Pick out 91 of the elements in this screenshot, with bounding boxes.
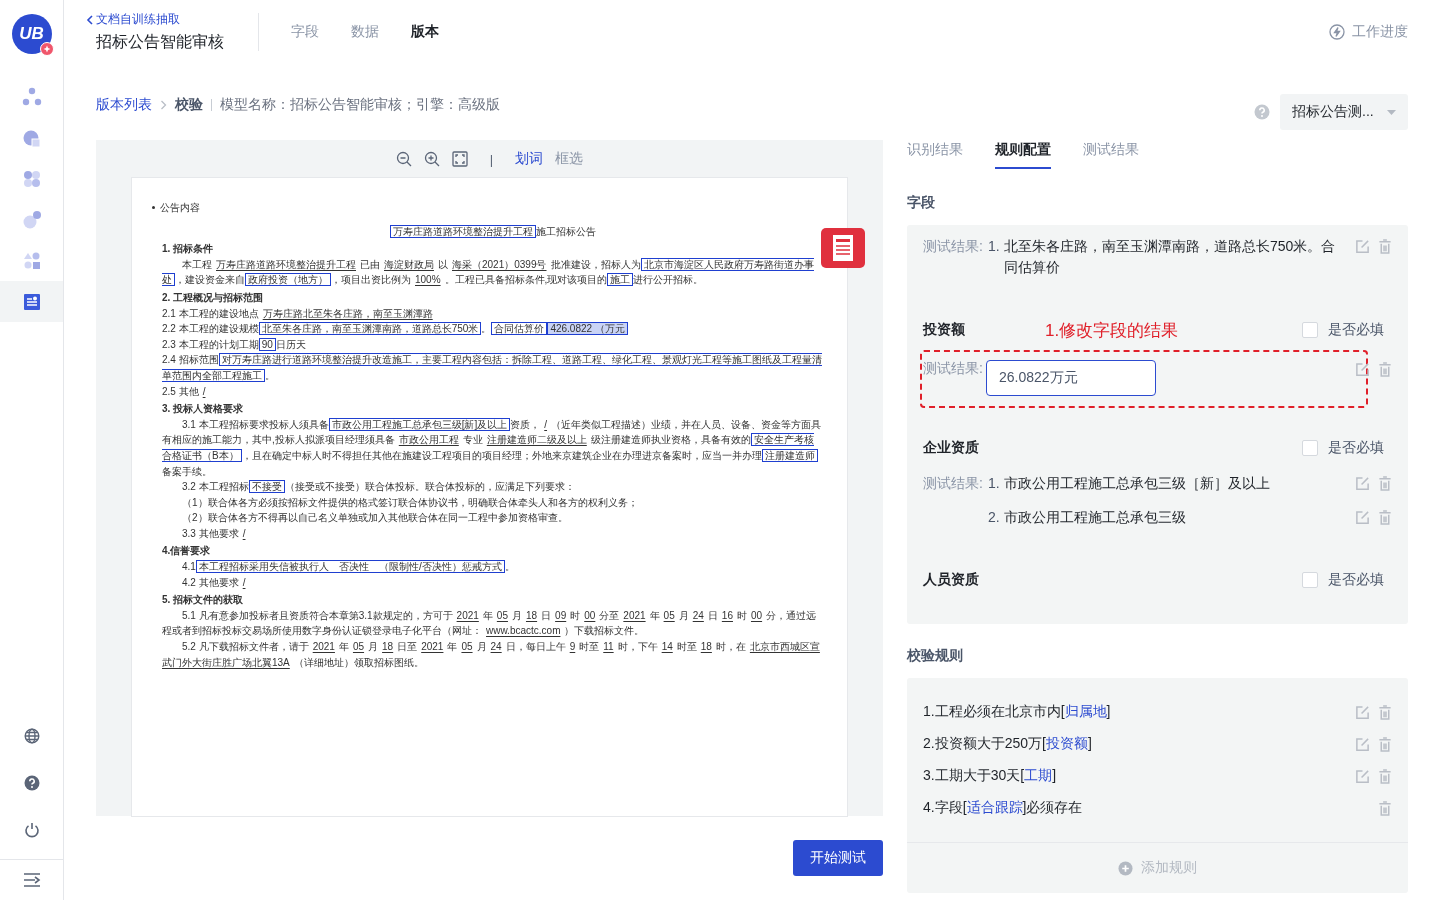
app-icon [21,250,42,271]
required-checkbox[interactable] [1302,322,1318,338]
start-test-button[interactable]: 开始测试 [793,840,883,876]
document-heading: 3. 投标人资格要求 [162,402,245,417]
nav-tab[interactable]: 版本 [411,23,439,41]
zoom-out-icon[interactable] [395,151,412,167]
document-heading: 1. 招标条件 [162,242,215,257]
help-icon[interactable] [23,774,40,791]
app-icon [21,86,42,107]
panel-tab[interactable]: 规则配置 [995,141,1051,169]
field-link[interactable]: 投资额 [1045,735,1088,751]
breadcrumb-link[interactable]: 版本列表 [96,96,152,114]
required-label: 是否必填 [1328,321,1384,339]
section-title: 校验规则 [907,647,964,665]
result-text: 北至朱各庄路，南至玉渊潭南路，道路总长750米。合同估算价 [1004,237,1337,277]
template-dropdown[interactable]: 招标公告测... [1280,94,1408,130]
document-paragraph: 3.1 本工程招标要求投标人须具备 市政公用工程施工总承包三级[新]及以上 资质， / （近年类似工程描述）业绩，并在人员、设备、资金等方面具有相应的施工能力，其中,投标人拟派项目经理须具备 市政公用工程 专业 注册建造师二级及以上 级注册建造师执业资格，具备有效的 安全生产考核合格证书（B本） ，且在确定中标人时不得担任其他在施建设工程项目的项目经理；外地来京建筑企业在办理进京备案时，应当一并办理 注册建造师 备案手续。 [162,416,823,479]
chevron-left-icon [86,14,94,25]
section-label: 公告内容 [152,200,823,216]
delete-icon[interactable] [1378,800,1392,816]
result-index: 2. [988,508,1001,527]
required-label: 是否必填 [1328,571,1384,589]
lightning-icon [1329,24,1345,40]
menu-collapse-icon[interactable] [22,872,41,888]
rule-text: 3.工期大于30天[工期] [923,767,1057,785]
app-icon [21,209,42,230]
document-paragraph: 2.5 其他 / [162,384,207,399]
result-index: 1. [988,474,1001,493]
result-index: 1. [988,237,1001,256]
delete-icon[interactable] [1378,476,1392,491]
fit-screen-icon[interactable] [451,151,468,167]
app-icon [21,168,42,189]
document-title: 万寿庄路道路环境整治提升工程 施工招标公告 [162,223,823,240]
edit-icon[interactable] [1355,362,1370,377]
result-text: 市政公用工程施工总承包三级 [1004,508,1187,527]
delete-icon[interactable] [1378,362,1392,377]
field-name: 企业资质 [923,439,979,457]
required-checkbox[interactable] [1302,572,1318,588]
delete-icon[interactable] [1378,768,1392,784]
document-paragraph: 5.2 凡下载招标文件者，请于 2021 年 05 月 18 日至 2021 年 05 月 24 日，每日上午 9 时至 11 时，下午 14 时至 18 时，在 北京市西城区宣武门外大街庄胜广场北翼13A （详细地址）领取招标图纸。 [162,640,821,670]
document-paragraph: 2.3 本工程的计划工期 90 日历天 [162,336,307,353]
field-name: 投资额 [923,321,965,339]
model-info: 模型名称：招标公告智能审核；引擎：高级版 [220,96,500,114]
rule-text: 1.工程必须在北京市内[归属地] [923,703,1111,721]
document-heading: 4.信誉要求 [162,544,212,559]
field-name: 人员资质 [923,571,979,589]
document-paragraph: 4.2 其他要求 / [181,575,247,590]
result-label: 测试结果: [923,237,984,256]
section-title: 字段 [907,194,936,212]
globe-icon[interactable] [23,727,40,744]
result-text: 市政公用工程施工总承包三级［新］及以上 [1004,474,1271,493]
app-icon [21,291,42,312]
document-paragraph: （2）联合体各方不得再以自己名义单独或加入其他联合体在同一工程中参加资格审查。 [181,511,569,526]
document-paragraph: （1）联合体各方必须按招标文件提供的格式签订联合体协议书，明确联合体牵头人和各方的权利义务； [181,495,639,510]
document-heading: 5. 招标文件的获取 [162,593,245,608]
breadcrumb-current: 校验 [175,96,203,114]
field-link[interactable]: 适合跟踪 [966,799,1023,815]
delete-icon[interactable] [1378,239,1392,254]
delete-icon[interactable] [1378,510,1392,525]
required-label: 是否必填 [1328,439,1384,457]
rule-text: 2.投资额大于250万[投资额] [923,735,1092,753]
field-link[interactable]: 归属地 [1064,703,1107,719]
power-icon[interactable] [23,821,40,838]
document-paragraph: 2.2 本工程的建设规模 北至朱各庄路，南至玉渊潭南路，道路总长750米 。 合同估算价 426.0822 （万元 [162,321,823,337]
back-link[interactable]: 文档自训练抽取 [86,11,224,28]
result-label: 测试结果: [923,360,984,378]
document-paragraph: 2.1 本工程的建设地点 万寿庄路北至朱各庄路，南至玉渊潭路 [162,306,434,321]
app-logo: UB [11,14,52,54]
zoom-in-icon[interactable] [423,151,440,167]
nav-item[interactable] [0,281,63,322]
result-label: 测试结果: [923,474,984,493]
plus-circle-icon [1118,860,1133,876]
document-paragraph: 3.3 其他要求 / [181,526,247,541]
document-paragraph: 3.2 本工程招标 不接受 （接受或不接受）联合体投标。联合体投标的，应满足下列要求： [181,479,576,495]
delete-icon[interactable] [1378,704,1392,720]
result-input[interactable]: 26.0822万元 [986,360,1156,396]
mode-tab[interactable]: 划词 [515,150,544,168]
delete-icon[interactable] [1378,736,1392,752]
field-link[interactable]: 工期 [1024,767,1053,783]
toolbar-separator: | [489,151,494,167]
required-checkbox[interactable] [1302,440,1318,456]
page-title: 招标公告智能审核 [96,32,224,52]
document-paragraph: 本工程 万寿庄路道路环境整治提升工程 已由 海淀财政局 以 海采（2021）0399号 批准建设，招标人为 北京市海淀区人民政府万寿路街道办事处 ，建设资金来自 政府投资（地方） ，项目出资比例为 100% 。工程已具备招标条件,现对该项目的 施工 进行公开招标。 [162,256,815,288]
caret-down-icon [1387,109,1396,115]
annotation-text: 1.修改字段的结果 [1045,319,1179,342]
document-paragraph: 5.1 凡有意参加投标者且资质符合本章第3.1款规定的，方可于 2021 年 05 月 18 日 09 时 00 分至 2021 年 05 月 24 日 16 时 00 分，通过远程或者到招标投标交易场所使用数字身份认证锁登录电子化平台（网址： www.bcactc.com ）下载招标文件。 [162,608,818,639]
document-icon[interactable] [821,228,865,268]
document-paragraph: 2.4 招标范围 对万寿庄路进行道路环境整治提升改造施工，主要工程内容包括：拆除工程、道路工程、绿化工程、景观灯光工程等施工图纸及工程量清单范围内全部工程施工 。 [162,352,823,384]
chevron-right-icon [160,100,167,110]
document-heading: 2. 工程概况与招标范围 [162,290,265,305]
rule-text: 4.字段[适合跟踪]必须存在 [923,799,1083,817]
